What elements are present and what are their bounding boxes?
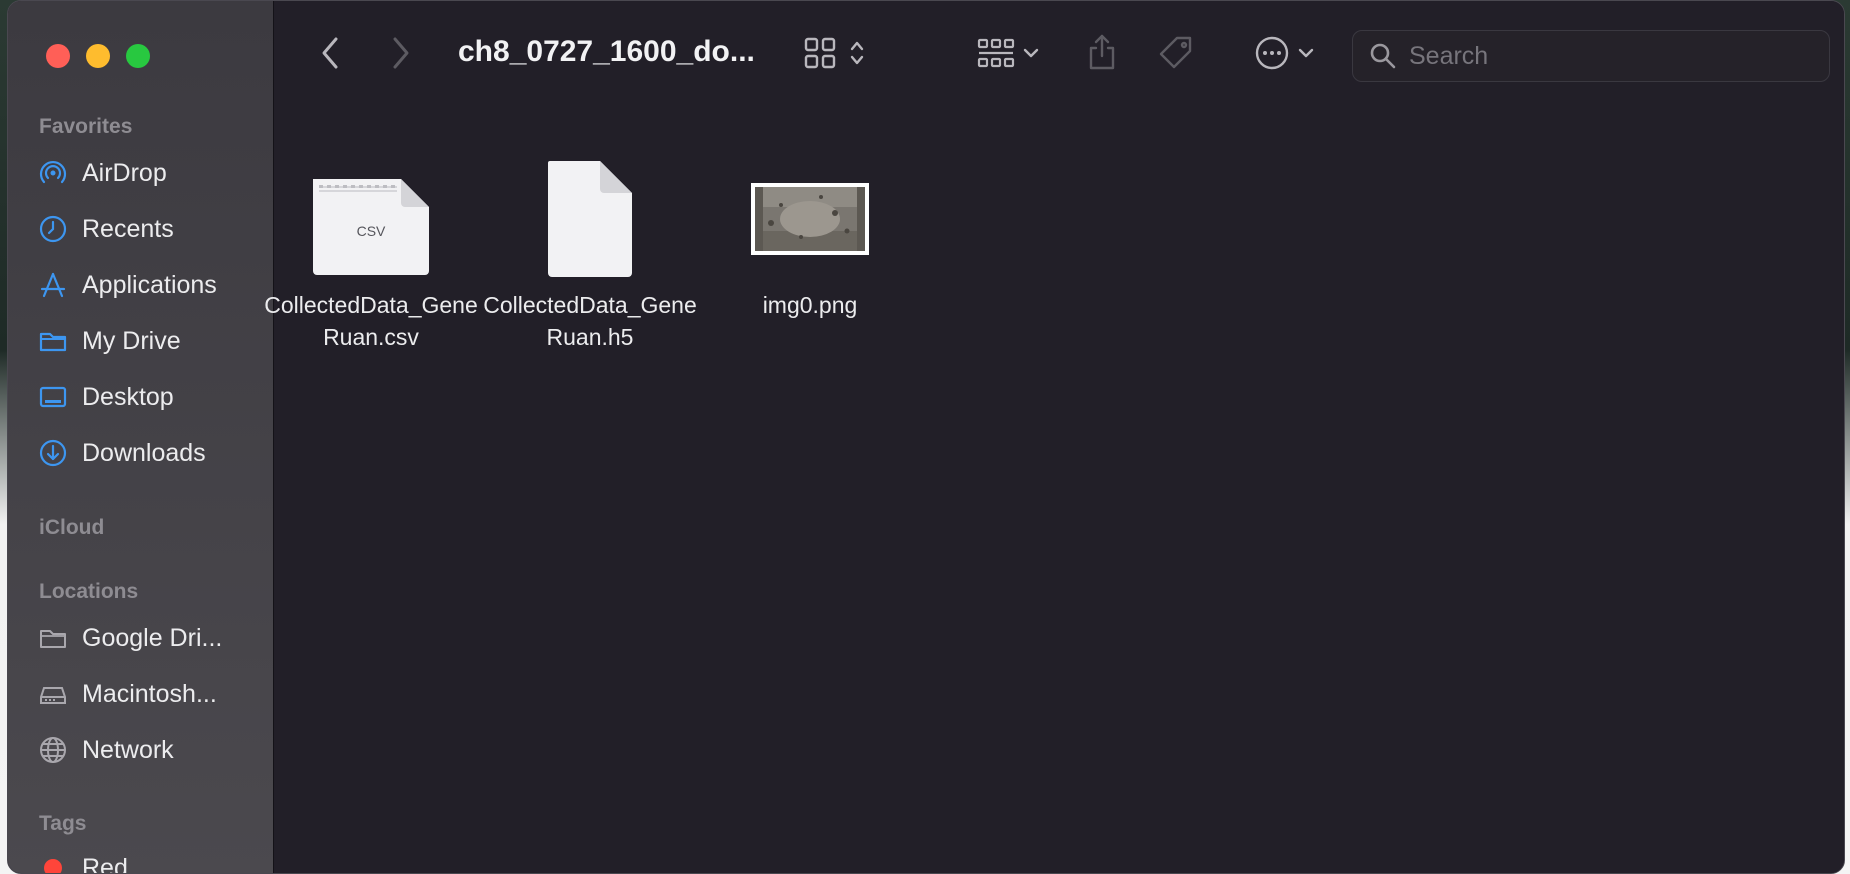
forward-button[interactable]	[381, 35, 421, 75]
file-name: CollectedData_GeneRuan.csv	[264, 292, 478, 350]
icloud-heading[interactable]: iCloud	[39, 516, 104, 540]
sidebar-item-google-drive[interactable]: Google Dri...	[36, 618, 266, 658]
search-field[interactable]	[1352, 30, 1830, 82]
airdrop-icon	[36, 156, 70, 190]
folder-icon	[36, 621, 70, 655]
search-icon	[1369, 42, 1397, 70]
image-thumbnail	[751, 137, 869, 277]
group-icon	[977, 36, 1017, 75]
download-icon	[36, 436, 70, 470]
locations-heading: Locations	[39, 580, 139, 603]
sidebar-item-label: Downloads	[82, 438, 206, 467]
more-icon	[1254, 35, 1290, 76]
window-title: ch8_0727_1600_do...	[458, 35, 755, 68]
globe-icon	[36, 733, 70, 767]
folder-icon	[36, 324, 70, 358]
sidebar-item-label: Google Dri...	[82, 623, 223, 652]
updown-chevron-icon	[849, 38, 865, 73]
share-icon	[1087, 33, 1117, 76]
grid-view-icon	[803, 36, 837, 75]
more-actions-button[interactable]	[1244, 33, 1324, 77]
chevron-down-icon	[1298, 46, 1314, 64]
sidebar-item-tag-red[interactable]: Red	[36, 848, 266, 874]
sidebar-item-desktop[interactable]: Desktop	[36, 377, 266, 417]
tags-heading: Tags	[39, 812, 87, 835]
file-type-badge: CSV	[356, 223, 386, 239]
sidebar-item-my-drive[interactable]: My Drive	[36, 321, 266, 361]
chevron-down-icon	[1023, 46, 1039, 64]
forward-icon	[390, 36, 412, 75]
search-input[interactable]	[1407, 40, 1811, 72]
share-button[interactable]	[1080, 31, 1124, 77]
applications-icon	[36, 268, 70, 302]
view-mode-button[interactable]	[794, 33, 874, 77]
back-icon	[319, 36, 341, 75]
group-button[interactable]	[968, 33, 1048, 77]
main-content: ch8_0727_1600_do... Search CSV Collected…	[264, 1, 1844, 873]
csv-file-icon	[309, 137, 433, 277]
sidebar-item-downloads[interactable]: Downloads	[36, 433, 266, 473]
sidebar-item-label: Macintosh...	[82, 679, 217, 708]
back-button[interactable]	[310, 35, 350, 75]
sidebar-item-label: Red	[82, 853, 128, 874]
sidebar-item-label: AirDrop	[82, 158, 167, 187]
tag-color-dot	[36, 851, 70, 873]
file-name: img0.png	[762, 292, 858, 318]
sidebar-item-network[interactable]: Network	[36, 730, 266, 770]
sidebar-item-label: Desktop	[82, 382, 174, 411]
tag-button[interactable]	[1154, 33, 1198, 77]
sidebar-item-label: Network	[82, 735, 174, 764]
favorites-heading: Favorites	[39, 115, 133, 138]
sidebar-item-applications[interactable]: Applications	[36, 265, 266, 305]
file-item-h5[interactable]: CollectedData_GeneRuan.h5	[483, 137, 697, 353]
sidebar-item-label: Recents	[82, 214, 174, 243]
file-name: CollectedData_GeneRuan.h5	[483, 292, 697, 350]
zoom-window-button[interactable]	[126, 44, 150, 68]
finder-window: Favorites AirDrop Recents Applications M…	[7, 0, 1845, 874]
clock-icon	[36, 212, 70, 246]
close-window-button[interactable]	[46, 44, 70, 68]
sidebar-item-macintosh-hd[interactable]: Macintosh...	[36, 674, 266, 714]
sidebar-item-airdrop[interactable]: AirDrop	[36, 153, 266, 193]
desktop-icon	[36, 380, 70, 414]
tag-icon	[1157, 34, 1195, 77]
sidebar: Favorites AirDrop Recents Applications M…	[8, 1, 274, 874]
sidebar-item-recents[interactable]: Recents	[36, 209, 266, 249]
file-item-png[interactable]: img0.png	[703, 137, 917, 321]
document-file-icon	[546, 137, 634, 277]
sidebar-item-label: My Drive	[82, 326, 181, 355]
hard-drive-icon	[36, 677, 70, 711]
file-item-csv[interactable]: CSV CollectedData_GeneRuan.csv	[264, 137, 478, 353]
minimize-window-button[interactable]	[86, 44, 110, 68]
sidebar-item-label: Applications	[82, 270, 217, 299]
